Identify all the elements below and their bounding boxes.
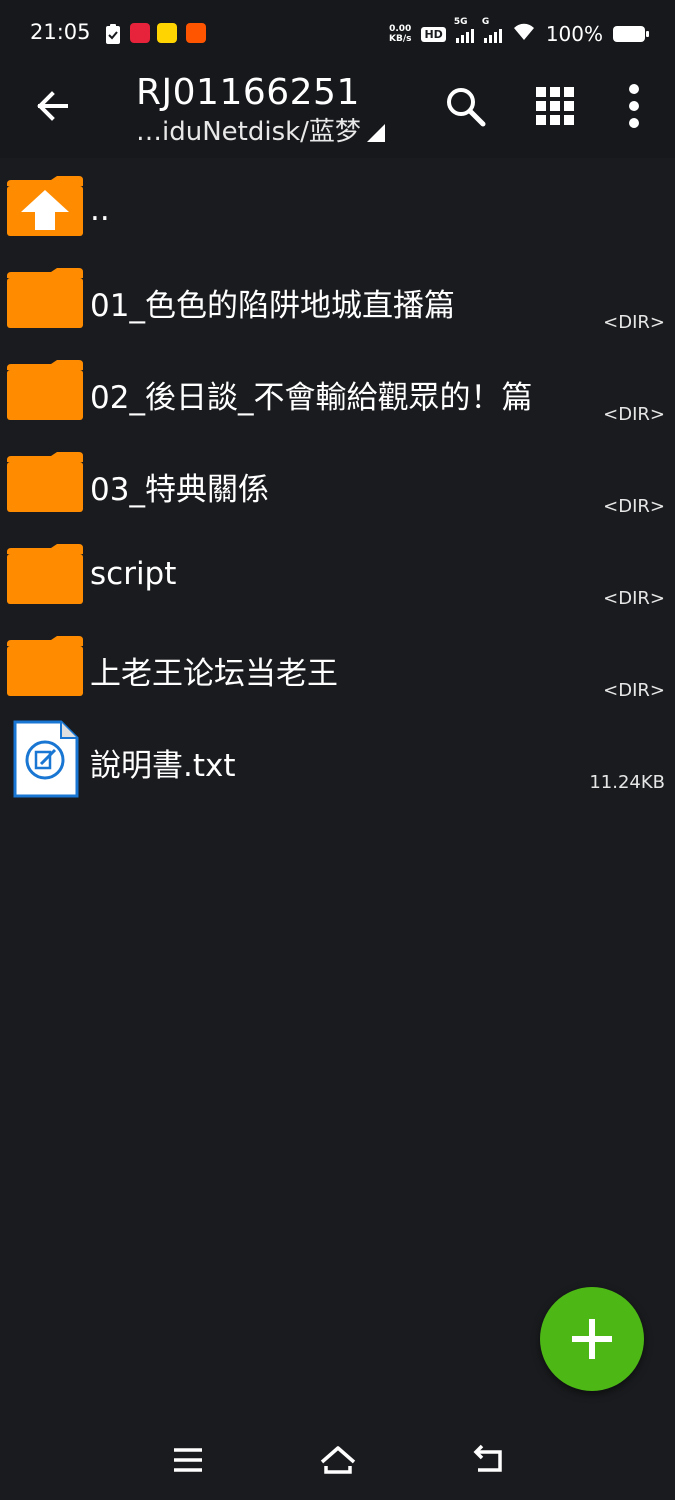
system-nav-bar [0, 1420, 675, 1500]
net-speed-value: 0.00 [389, 24, 412, 34]
file-name: script [90, 556, 177, 592]
signal-5g-icon: 5G [454, 17, 474, 43]
app-bar: RJ01166251 …iduNetdisk/蓝梦 [0, 68, 675, 158]
status-time: 21:05 [30, 20, 91, 44]
add-button[interactable] [540, 1287, 644, 1391]
folder-up-icon [7, 176, 83, 236]
path-dropdown[interactable]: …iduNetdisk/蓝梦 [136, 111, 385, 148]
file-name: .. [90, 192, 110, 228]
battery-icon [613, 26, 649, 42]
list-item-file[interactable]: 說明書.txt 11.24KB [0, 710, 675, 802]
grid-view-icon [536, 87, 574, 125]
file-meta: <DIR> [603, 404, 665, 425]
plus-icon [572, 1319, 612, 1359]
folder-icon [7, 268, 83, 328]
signal-g-icon: G [482, 17, 502, 43]
taobao-icon [186, 23, 206, 43]
arrow-left-icon [37, 91, 68, 121]
list-item-parent-dir[interactable]: .. [0, 158, 675, 250]
list-item-folder[interactable]: 03_特典關係 <DIR> [0, 434, 675, 526]
file-name: 01_色色的陷阱地城直播篇 [90, 288, 455, 324]
folder-icon [7, 544, 83, 604]
search-icon [447, 88, 486, 127]
folder-icon [7, 452, 83, 512]
list-item-folder[interactable]: 02_後日談_不會輸給觀眾的！篇 <DIR> [0, 342, 675, 434]
current-path: …iduNetdisk/蓝梦 [136, 117, 361, 147]
net-type-label: G [481, 17, 490, 27]
file-meta: <DIR> [603, 680, 665, 701]
back-icon [473, 1444, 502, 1472]
menu-icon [174, 1448, 202, 1472]
net-speed-unit: KB/s [388, 34, 412, 44]
app-notification-icon [130, 23, 150, 43]
net-type-label: 5G [453, 17, 468, 27]
search-button[interactable] [443, 84, 487, 128]
more-options-button[interactable] [612, 84, 656, 128]
text-file-icon [13, 720, 79, 798]
recents-button[interactable] [170, 1442, 210, 1478]
wifi-icon [512, 22, 536, 46]
file-name: 02_後日談_不會輸給觀眾的！篇 [90, 380, 533, 416]
file-size: 11.24KB [589, 772, 665, 793]
list-item-folder[interactable]: 01_色色的陷阱地城直播篇 <DIR> [0, 250, 675, 342]
status-indicators: 0.00 KB/s HD 5G G 100% [389, 17, 649, 48]
file-meta: <DIR> [603, 496, 665, 517]
more-vert-icon [629, 84, 639, 128]
folder-icon [7, 360, 83, 420]
app-notification-icon [157, 23, 177, 43]
file-meta: <DIR> [603, 588, 665, 609]
back-nav-button[interactable] [468, 1442, 508, 1478]
view-mode-button[interactable] [533, 84, 577, 128]
home-button[interactable] [318, 1442, 358, 1478]
page-title: RJ01166251 [136, 72, 360, 113]
list-item-folder[interactable]: script <DIR> [0, 526, 675, 618]
battery-percent: 100% [545, 22, 603, 46]
clipboard-icon [103, 23, 123, 44]
dropdown-triangle-icon [366, 123, 385, 142]
folder-icon [7, 636, 83, 696]
net-speed: 0.00 KB/s [389, 24, 411, 44]
hd-icon: HD [421, 26, 446, 42]
file-meta: <DIR> [603, 312, 665, 333]
file-list: .. 01_色色的陷阱地城直播篇 <DIR> 02_後日談_不會輸給觀眾的！篇 … [0, 158, 675, 802]
file-name: 03_特典關係 [90, 472, 269, 508]
status-bar: 21:05 0.00 KB/s HD 5G G 100% [0, 0, 675, 68]
title-area[interactable]: RJ01166251 …iduNetdisk/蓝梦 [136, 72, 385, 148]
home-icon [320, 1446, 356, 1474]
back-button[interactable] [30, 86, 76, 126]
file-name: 說明書.txt [90, 748, 236, 784]
list-item-folder[interactable]: 上老王论坛当老王 <DIR> [0, 618, 675, 710]
file-name: 上老王论坛当老王 [90, 656, 338, 692]
